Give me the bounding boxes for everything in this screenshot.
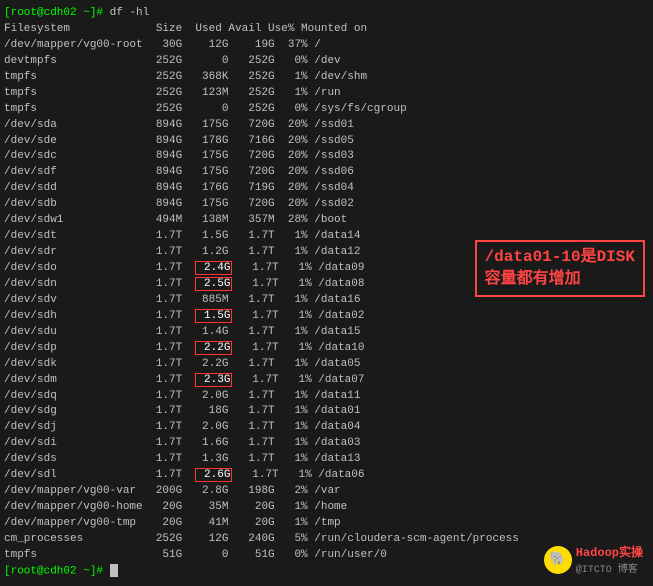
table-row: /dev/mapper/vg00-root 30G 12G 19G 37% / <box>4 38 649 54</box>
table-row: /dev/sdp 1.7T 2.2G 1.7T 1% /data10 <box>4 341 649 357</box>
table-row: devtmpfs 252G 0 252G 0% /dev <box>4 54 649 70</box>
table-row: /dev/sdb 894G 175G 720G 20% /ssd02 <box>4 197 649 213</box>
table-row: /dev/sdj 1.7T 2.0G 1.7T 1% /data04 <box>4 420 649 436</box>
annotation-box: /data01-10是DISK容量都有增加 <box>475 240 645 297</box>
table-row: tmpfs 252G 0 252G 0% /sys/fs/cgroup <box>4 102 649 118</box>
table-row: /dev/mapper/vg00-home 20G 35M 20G 1% /ho… <box>4 500 649 516</box>
table-row: /dev/mapper/vg00-var 200G 2.8G 198G 2% /… <box>4 484 649 500</box>
watermark-site: Hadoop实操 <box>576 543 643 560</box>
table-row: /dev/sdh 1.7T 1.5G 1.7T 1% /data02 <box>4 309 649 325</box>
table-row: /dev/sdw1 494M 138M 357M 28% /boot <box>4 213 649 229</box>
watermark-sub: @ITCTO 博客 <box>576 560 643 576</box>
watermark-icon: 🐘 <box>544 546 572 574</box>
prompt: [root@cdh02 ~]# <box>4 7 103 19</box>
table-row: /dev/sde 894G 178G 716G 20% /ssd05 <box>4 134 649 150</box>
table-row: /dev/sda 894G 175G 720G 20% /ssd01 <box>4 118 649 134</box>
table-row: /dev/sdm 1.7T 2.3G 1.7T 1% /data07 <box>4 373 649 389</box>
watermark: 🐘 Hadoop实操 @ITCTO 博客 <box>544 543 643 576</box>
table-row: /dev/sds 1.7T 1.3G 1.7T 1% /data13 <box>4 452 649 468</box>
watermark-labels: Hadoop实操 @ITCTO 博客 <box>576 543 643 576</box>
table-row: /dev/sdu 1.7T 1.4G 1.7T 1% /data15 <box>4 325 649 341</box>
table-row: /dev/sdq 1.7T 2.0G 1.7T 1% /data11 <box>4 389 649 405</box>
end-prompt: [root@cdh02 ~]# <box>4 565 103 577</box>
table-row: /dev/sdi 1.7T 1.6G 1.7T 1% /data03 <box>4 436 649 452</box>
terminal-window: [root@cdh02 ~]# df -hl Filesystem Size U… <box>0 0 653 586</box>
table-row: tmpfs 252G 368K 252G 1% /dev/shm <box>4 70 649 86</box>
table-row: /dev/sdl 1.7T 2.6G 1.7T 1% /data06 <box>4 468 649 484</box>
header-line: Filesystem Size Used Avail Use% Mounted … <box>4 22 649 38</box>
table-row: /dev/sdc 894G 175G 720G 20% /ssd03 <box>4 149 649 165</box>
table-row: /dev/sdg 1.7T 18G 1.7T 1% /data01 <box>4 404 649 420</box>
cursor <box>110 564 118 577</box>
command-line: [root@cdh02 ~]# df -hl <box>4 6 649 22</box>
table-row: /dev/sdk 1.7T 2.2G 1.7T 1% /data05 <box>4 357 649 373</box>
output-rows: /dev/mapper/vg00-root 30G 12G 19G 37% /d… <box>4 38 649 564</box>
table-row: tmpfs 252G 123M 252G 1% /run <box>4 86 649 102</box>
table-row: /dev/sdd 894G 176G 719G 20% /ssd04 <box>4 181 649 197</box>
annotation-text: /data01-10是DISK容量都有增加 <box>485 246 635 291</box>
table-row: /dev/sdf 894G 175G 720G 20% /ssd06 <box>4 165 649 181</box>
table-row: /dev/mapper/vg00-tmp 20G 41M 20G 1% /tmp <box>4 516 649 532</box>
